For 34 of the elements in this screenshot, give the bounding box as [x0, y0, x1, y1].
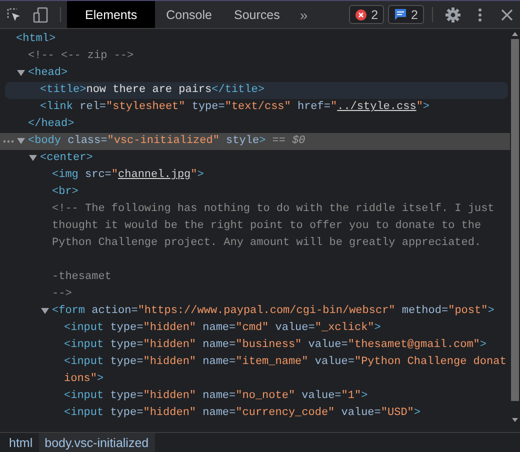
- code-line: <form action="https://www.paypal.com/cgi-bin/webscr" method="post">: [52, 304, 496, 319]
- panel-tab[interactable]: Sources: [222, 1, 291, 28]
- panel-tab[interactable]: Elements: [67, 1, 156, 28]
- error-count-button[interactable]: 2: [349, 5, 384, 24]
- code-line: <center>: [40, 151, 94, 166]
- code-line: <input type="hidden" name="business" value="thesamet@gmail.com">: [64, 338, 488, 353]
- code-line: <input type="hidden" name="cmd" value="_xclick">: [64, 321, 382, 336]
- code-line: <link rel="stylesheet" type="text/css" href="../style.css">: [40, 100, 431, 115]
- code-line: <br>: [52, 185, 80, 200]
- panel-tab[interactable]: Console: [155, 1, 223, 28]
- code-line: </head>: [28, 117, 76, 132]
- breadcrumb-item[interactable]: html: [3, 433, 39, 452]
- error-icon: [355, 8, 368, 20]
- code-line: <!-- The following has nothing to do with the riddle itself. I just thought it would be the right point to offer you to donate to the Python Challenge project. Any amount will be greatly appreciated. -thesamet -->: [52, 202, 496, 302]
- code-line: <html>: [16, 32, 57, 47]
- code-line: <img src="channel.jpg">: [52, 168, 205, 183]
- more-tabs-button[interactable]: »: [290, 1, 317, 28]
- code-line: <input type="hidden" name="item_name" value="Python Challenge donations">: [64, 355, 508, 387]
- expand-triangle-icon[interactable]: [41, 308, 49, 315]
- row-menu-icon[interactable]: [3, 140, 14, 143]
- code-line: <input type="hidden" name="currency_code" value="USD">: [64, 406, 422, 421]
- code-line: <title>now there are pairs</title>: [40, 83, 266, 98]
- message-icon: [394, 8, 408, 21]
- breadcrumb-item[interactable]: body.vsc-initialized: [38, 433, 155, 452]
- expand-triangle-icon[interactable]: [29, 155, 37, 162]
- file-link[interactable]: ../style.css: [337, 101, 416, 113]
- file-link[interactable]: channel.jpg: [118, 169, 191, 181]
- code-line: <!-- <-- zip -->: [28, 49, 135, 64]
- code-line: <input type="hidden" name="no_note" value="1">: [64, 389, 369, 404]
- code-line: <body class="vsc-initialized" style> == $0: [28, 134, 306, 149]
- message-count-button[interactable]: 2: [388, 5, 424, 24]
- code-line: <head>: [28, 66, 69, 81]
- expand-triangle-icon[interactable]: [17, 138, 25, 145]
- expand-triangle-icon[interactable]: [17, 70, 25, 77]
